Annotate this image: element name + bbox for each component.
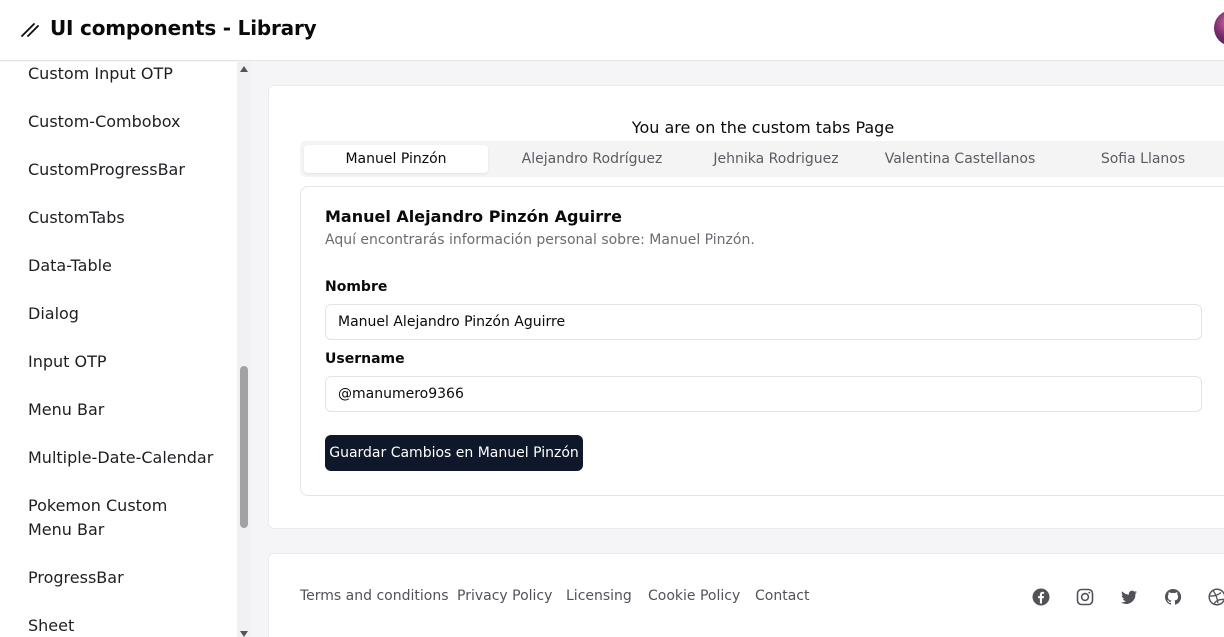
- github-icon[interactable]: [1163, 587, 1183, 607]
- tab-jehnika-rodriguez[interactable]: Jehnika Rodriguez: [684, 145, 868, 173]
- sidebar-item-customtabs[interactable]: CustomTabs: [28, 206, 218, 230]
- app-title: UI components - Library: [50, 16, 317, 40]
- sidebar-item-custom-combobox[interactable]: Custom-Combobox: [28, 110, 218, 134]
- sidebar-item-dialog[interactable]: Dialog: [28, 302, 218, 326]
- footer-link-cookie[interactable]: Cookie Policy: [648, 588, 740, 604]
- panel-description: Aquí encontrarás información personal so…: [325, 232, 755, 248]
- footer-link-contact[interactable]: Contact: [755, 588, 809, 604]
- scrollbar-thumb[interactable]: [240, 366, 248, 528]
- sidebar-scrollbar[interactable]: [237, 62, 251, 637]
- footer-link-licensing[interactable]: Licensing: [566, 588, 632, 604]
- name-label: Nombre: [325, 279, 388, 295]
- tab-sofia-llanos[interactable]: Sofia Llanos: [1052, 145, 1224, 173]
- sidebar-item-input-otp[interactable]: Input OTP: [28, 350, 218, 374]
- tab-manuel-pinzon[interactable]: Manuel Pinzón: [304, 145, 488, 173]
- instagram-icon[interactable]: [1075, 587, 1095, 607]
- sidebar-item-data-table[interactable]: Data-Table: [28, 254, 218, 278]
- sidebar-item-progressbar[interactable]: ProgressBar: [28, 566, 218, 590]
- footer-link-terms[interactable]: Terms and conditions: [300, 588, 449, 604]
- username-input[interactable]: [325, 376, 1202, 412]
- tab-valentina-castellanos[interactable]: Valentina Castellanos: [864, 145, 1056, 173]
- user-avatar[interactable]: [1214, 10, 1224, 46]
- dribbble-icon[interactable]: [1207, 587, 1224, 607]
- sidebar: Custom Input OTP Custom-Combobox CustomP…: [0, 62, 237, 637]
- panel-title: Manuel Alejandro Pinzón Aguirre: [325, 207, 622, 226]
- tab-alejandro-rodriguez[interactable]: Alejandro Rodríguez: [496, 145, 688, 173]
- name-input[interactable]: [325, 304, 1202, 340]
- username-label: Username: [325, 351, 405, 367]
- sidebar-item-pokemon-custom-menu-bar[interactable]: Pokemon Custom Menu Bar: [28, 494, 208, 542]
- slash-icon: [21, 23, 39, 37]
- sidebar-item-sheet[interactable]: Sheet: [28, 614, 218, 637]
- save-changes-button[interactable]: Guardar Cambios en Manuel Pinzón: [325, 435, 583, 471]
- page-heading: You are on the custom tabs Page: [631, 118, 895, 137]
- twitter-icon[interactable]: [1119, 587, 1139, 607]
- scroll-up-arrow-icon[interactable]: [240, 66, 248, 72]
- app-header: UI components - Library: [0, 0, 1224, 61]
- facebook-icon[interactable]: [1031, 587, 1051, 607]
- sidebar-item-custom-progressbar[interactable]: CustomProgressBar: [28, 158, 218, 182]
- footer-link-privacy[interactable]: Privacy Policy: [457, 588, 552, 604]
- sidebar-item-multiple-date-calendar[interactable]: Multiple-Date-Calendar: [28, 446, 218, 470]
- scroll-down-arrow-icon[interactable]: [240, 631, 248, 637]
- sidebar-item-menu-bar[interactable]: Menu Bar: [28, 398, 218, 422]
- sidebar-item-custom-input-otp[interactable]: Custom Input OTP: [28, 62, 218, 86]
